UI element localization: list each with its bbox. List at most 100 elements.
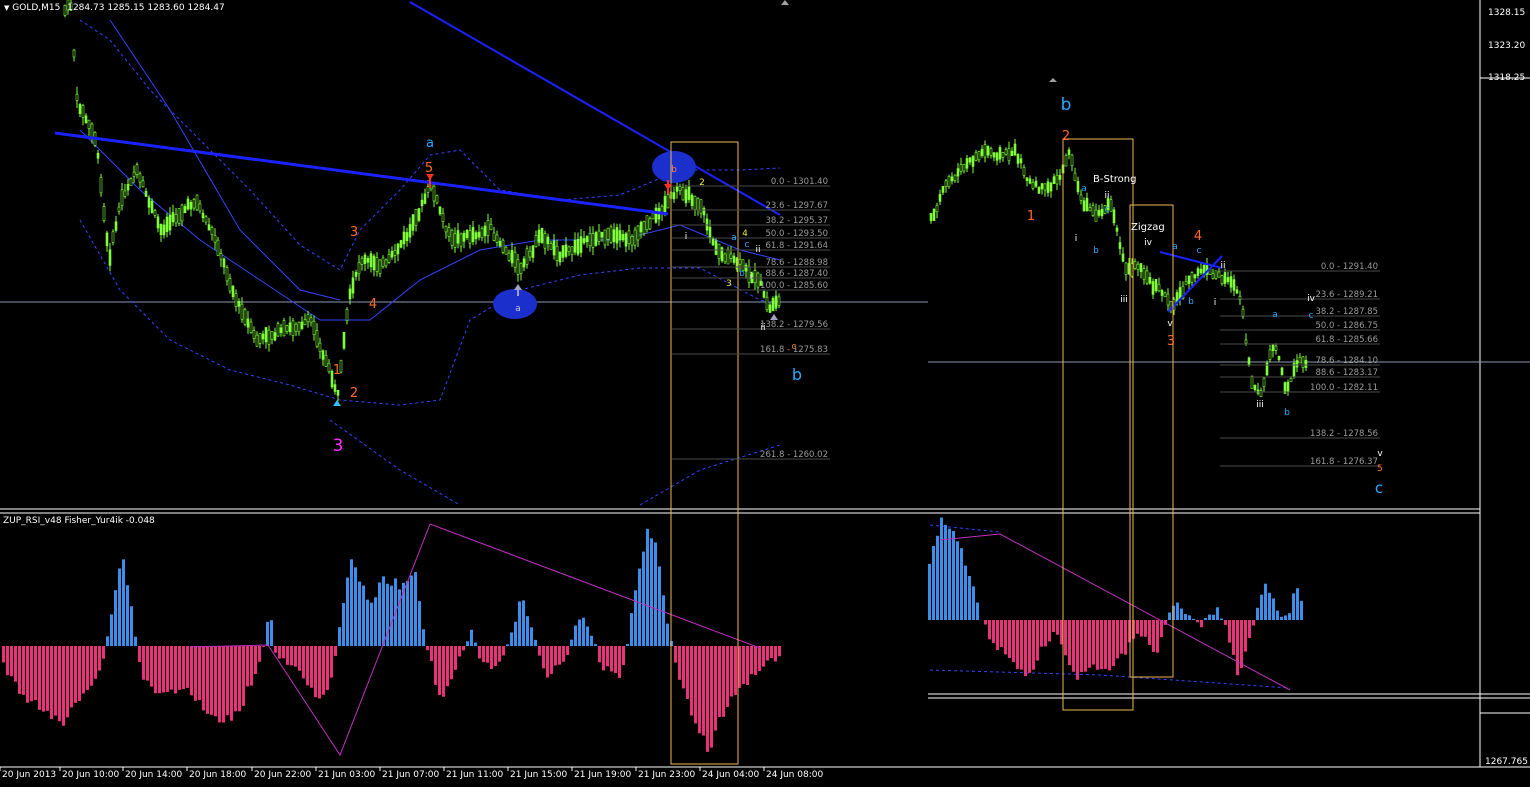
candle: [744, 264, 748, 272]
hist-bar-neg: [1076, 620, 1079, 680]
hist-bar-pos: [382, 576, 385, 646]
candle: [705, 218, 709, 231]
candle: [168, 214, 172, 231]
hist-bar-neg: [690, 646, 693, 716]
candle: [357, 262, 361, 275]
candle: [603, 229, 607, 246]
mt4-chart-window[interactable]: 0.0 - 1301.40 23.6 - 1297.67 38.2 - 1295.3…: [0, 0, 1530, 787]
shift-marker-icon[interactable]: [1049, 78, 1057, 82]
hist-bar-neg: [230, 646, 233, 721]
candle: [980, 148, 984, 156]
hist-bar-neg: [254, 646, 257, 675]
hist-bar-pos: [1268, 592, 1271, 620]
candle: [983, 144, 987, 158]
hist-bar-neg: [718, 646, 721, 717]
hist-bar-neg: [726, 646, 729, 707]
candle: [99, 177, 103, 194]
hist-bar-pos: [534, 639, 537, 646]
hist-bar-neg: [242, 646, 245, 706]
candle: [992, 152, 996, 158]
wave-label-i-right: i: [1075, 234, 1078, 244]
candle: [276, 323, 280, 337]
fib-label: 61.8 - 1291.64: [765, 241, 828, 251]
fib-label: 161.8 - 1276.37: [1310, 457, 1378, 467]
candle: [663, 196, 667, 213]
candle: [1142, 268, 1146, 280]
ohlc-values: 1284.73 1285.15 1283.60 1284.47: [67, 3, 225, 13]
candle: [1115, 227, 1119, 232]
wave-label-ii-right-2: ii: [1220, 261, 1225, 271]
candle: [585, 236, 589, 243]
candle: [1286, 381, 1290, 392]
candle: [501, 239, 505, 253]
candle: [1088, 207, 1092, 212]
wave-label-b-circle: b: [671, 165, 677, 175]
hist-bar-neg: [250, 646, 253, 686]
hist-bar-pos: [522, 600, 525, 646]
candle: [1001, 152, 1005, 158]
fib-label: 50.0 - 1293.50: [765, 229, 828, 239]
hist-bar-pos: [1280, 616, 1283, 620]
hist-bar-pos: [374, 597, 377, 646]
candle: [774, 295, 778, 309]
candle: [177, 208, 181, 224]
hist-bar-pos: [114, 590, 117, 646]
time-tick: 20 Jun 2013: [2, 770, 56, 780]
candle: [1235, 289, 1239, 294]
candle: [950, 176, 954, 182]
fisher-histogram-left: [2, 528, 781, 752]
candle: [237, 301, 241, 307]
hist-bar-neg: [1028, 620, 1031, 673]
hist-bar-pos: [118, 568, 121, 646]
hist-bar-neg: [778, 646, 781, 657]
hist-bar-pos: [422, 629, 425, 646]
candle: [717, 243, 721, 259]
candle: [453, 233, 457, 248]
price-chart[interactable]: 0.0 - 1301.40 23.6 - 1297.67 38.2 - 1295.3…: [0, 0, 1530, 787]
hist-bar-pos: [122, 559, 125, 646]
hist-bar-neg: [1052, 620, 1055, 633]
price-tick-1: 1328.15: [1488, 8, 1525, 18]
wave-label-4-right: 4: [1194, 229, 1202, 244]
trend-line-upper[interactable]: [409, 1, 781, 216]
hist-bar-pos: [662, 595, 665, 646]
hist-bar-neg: [1088, 620, 1091, 668]
candle: [333, 384, 337, 392]
candle: [588, 233, 592, 247]
candle: [369, 253, 373, 268]
candle: [1025, 177, 1029, 182]
hist-bar-neg: [618, 646, 621, 678]
hist-bar-pos: [110, 614, 113, 646]
candle: [1289, 378, 1293, 383]
hist-bar-neg: [698, 646, 701, 734]
candle: [255, 334, 259, 347]
candle: [738, 258, 742, 265]
candle: [687, 185, 691, 200]
candles-left: [63, 0, 781, 402]
hist-bar-pos: [338, 627, 341, 646]
scroll-marker-icon[interactable]: [781, 0, 789, 5]
candle: [348, 288, 352, 300]
dropdown-triangle-icon[interactable]: ▼: [4, 4, 9, 12]
candle: [615, 227, 619, 244]
hist-bar-neg: [1040, 620, 1043, 647]
hist-bar-neg: [170, 646, 173, 690]
candle: [84, 115, 88, 123]
wave-label-iv-right: iv: [1144, 238, 1153, 248]
candle: [723, 253, 727, 263]
hist-bar-neg: [54, 646, 57, 716]
hist-bar-pos: [1272, 598, 1275, 620]
trend-line-main[interactable]: [54, 131, 669, 216]
candle: [372, 255, 376, 271]
hist-bar-pos: [1264, 583, 1267, 620]
candle: [1163, 292, 1167, 298]
candle: [570, 246, 574, 256]
hist-bar-neg: [1152, 620, 1155, 652]
candle: [1019, 158, 1023, 164]
candle: [111, 231, 115, 243]
candle: [105, 232, 109, 247]
hist-bar-neg: [774, 646, 777, 662]
candle: [567, 246, 571, 253]
fisher-histogram-right: [928, 517, 1303, 680]
candle: [504, 246, 508, 255]
